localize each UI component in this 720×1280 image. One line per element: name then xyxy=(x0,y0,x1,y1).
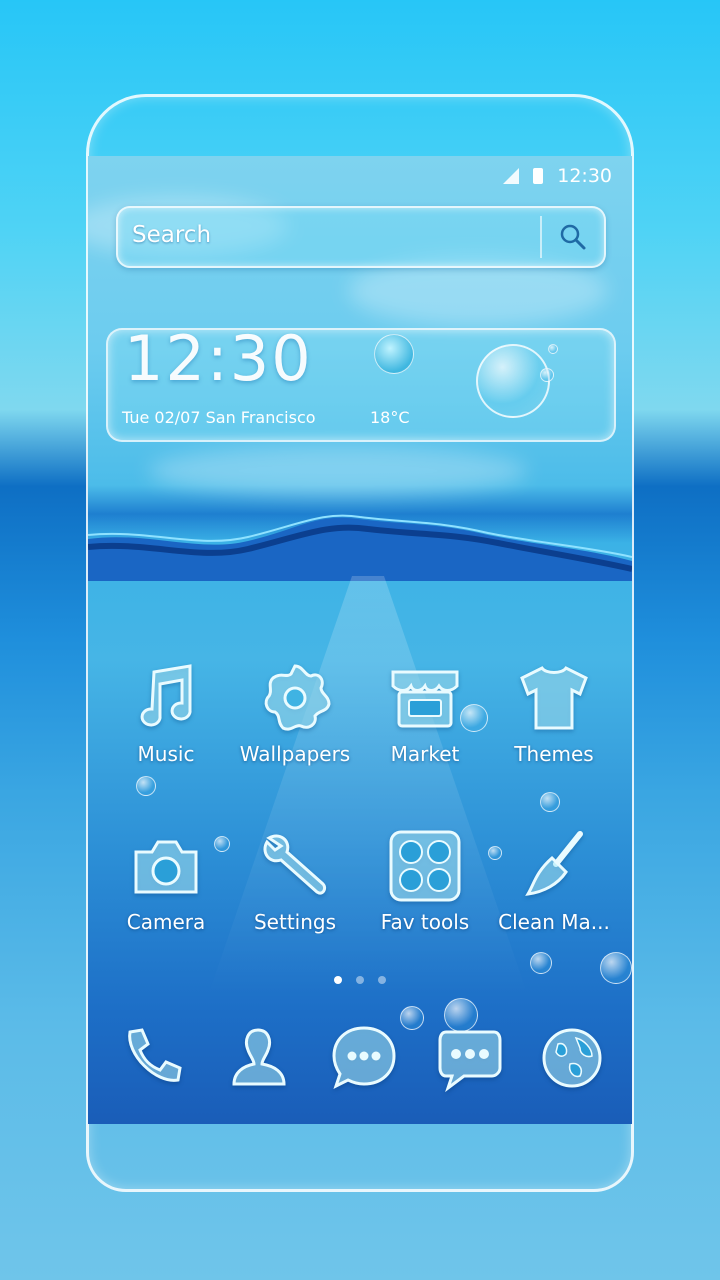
app-camera[interactable]: Camera xyxy=(106,826,226,956)
signal-icon xyxy=(503,168,520,184)
clock-weather-widget[interactable]: 12:30 Tue 02/07 San Francisco 18°C xyxy=(106,322,616,442)
temperature: 18°C xyxy=(370,408,410,427)
clock-date: Tue 02/07 San Francisco xyxy=(122,408,316,427)
cloud xyxy=(148,446,528,496)
app-label: Settings xyxy=(253,910,337,934)
wrench-icon xyxy=(263,834,327,895)
status-bar: 12:30 xyxy=(503,164,612,188)
bubble-icon xyxy=(548,344,558,354)
app-label: Wallpapers xyxy=(239,742,351,766)
music-note-icon xyxy=(140,664,192,727)
search-divider xyxy=(540,216,542,258)
dock-messages[interactable] xyxy=(328,1022,400,1094)
app-clean-master[interactable]: Clean Ma... xyxy=(494,826,614,956)
bubble-icon xyxy=(540,368,554,382)
search-bar[interactable]: Search xyxy=(116,206,606,268)
bubble-icon xyxy=(540,792,560,812)
tools-grid-icon xyxy=(389,830,461,902)
app-fav-tools[interactable]: Fav tools xyxy=(365,826,485,956)
tshirt-icon xyxy=(520,666,588,730)
app-label: Camera xyxy=(126,910,206,934)
camera-icon xyxy=(134,840,198,894)
page-indicator xyxy=(88,976,632,984)
app-label: Themes xyxy=(514,742,594,766)
app-market[interactable]: Market xyxy=(365,658,485,788)
broom-icon xyxy=(525,831,583,896)
clock-time: 12:30 xyxy=(124,322,313,395)
page-dot[interactable] xyxy=(356,976,364,984)
messages-icon xyxy=(332,1026,396,1089)
browser-globe-icon xyxy=(542,1028,602,1088)
app-label: Market xyxy=(390,742,460,766)
contacts-icon xyxy=(232,1028,286,1086)
battery-icon xyxy=(533,168,544,184)
phone-icon xyxy=(128,1028,182,1082)
app-themes[interactable]: Themes xyxy=(494,658,614,788)
app-label: Music xyxy=(137,742,195,766)
page-dot-active[interactable] xyxy=(334,976,342,984)
dock-phone[interactable] xyxy=(116,1022,188,1094)
sun-weather-icon xyxy=(374,334,414,374)
bubble-icon xyxy=(400,1006,424,1030)
app-wallpapers[interactable]: Wallpapers xyxy=(235,658,355,788)
status-time: 12:30 xyxy=(557,165,612,187)
app-label: Clean Ma... xyxy=(498,910,610,934)
dock-contacts[interactable] xyxy=(222,1022,294,1094)
app-label: Fav tools xyxy=(380,910,470,934)
home-screen: 12:30 Search 12:30 Tue 02/07 San Francis… xyxy=(88,156,632,1124)
app-music[interactable]: Music xyxy=(106,658,226,788)
water-wave xyxy=(88,514,632,581)
search-icon[interactable] xyxy=(556,220,590,254)
chat-icon xyxy=(438,1030,502,1093)
flower-gear-icon xyxy=(264,664,331,731)
app-settings[interactable]: Settings xyxy=(235,826,355,956)
page-dot[interactable] xyxy=(378,976,386,984)
bubble-icon xyxy=(476,344,550,418)
search-input[interactable]: Search xyxy=(132,222,211,248)
store-icon xyxy=(391,670,459,728)
dock-browser[interactable] xyxy=(536,1022,608,1094)
dock-chat[interactable] xyxy=(434,1022,506,1094)
